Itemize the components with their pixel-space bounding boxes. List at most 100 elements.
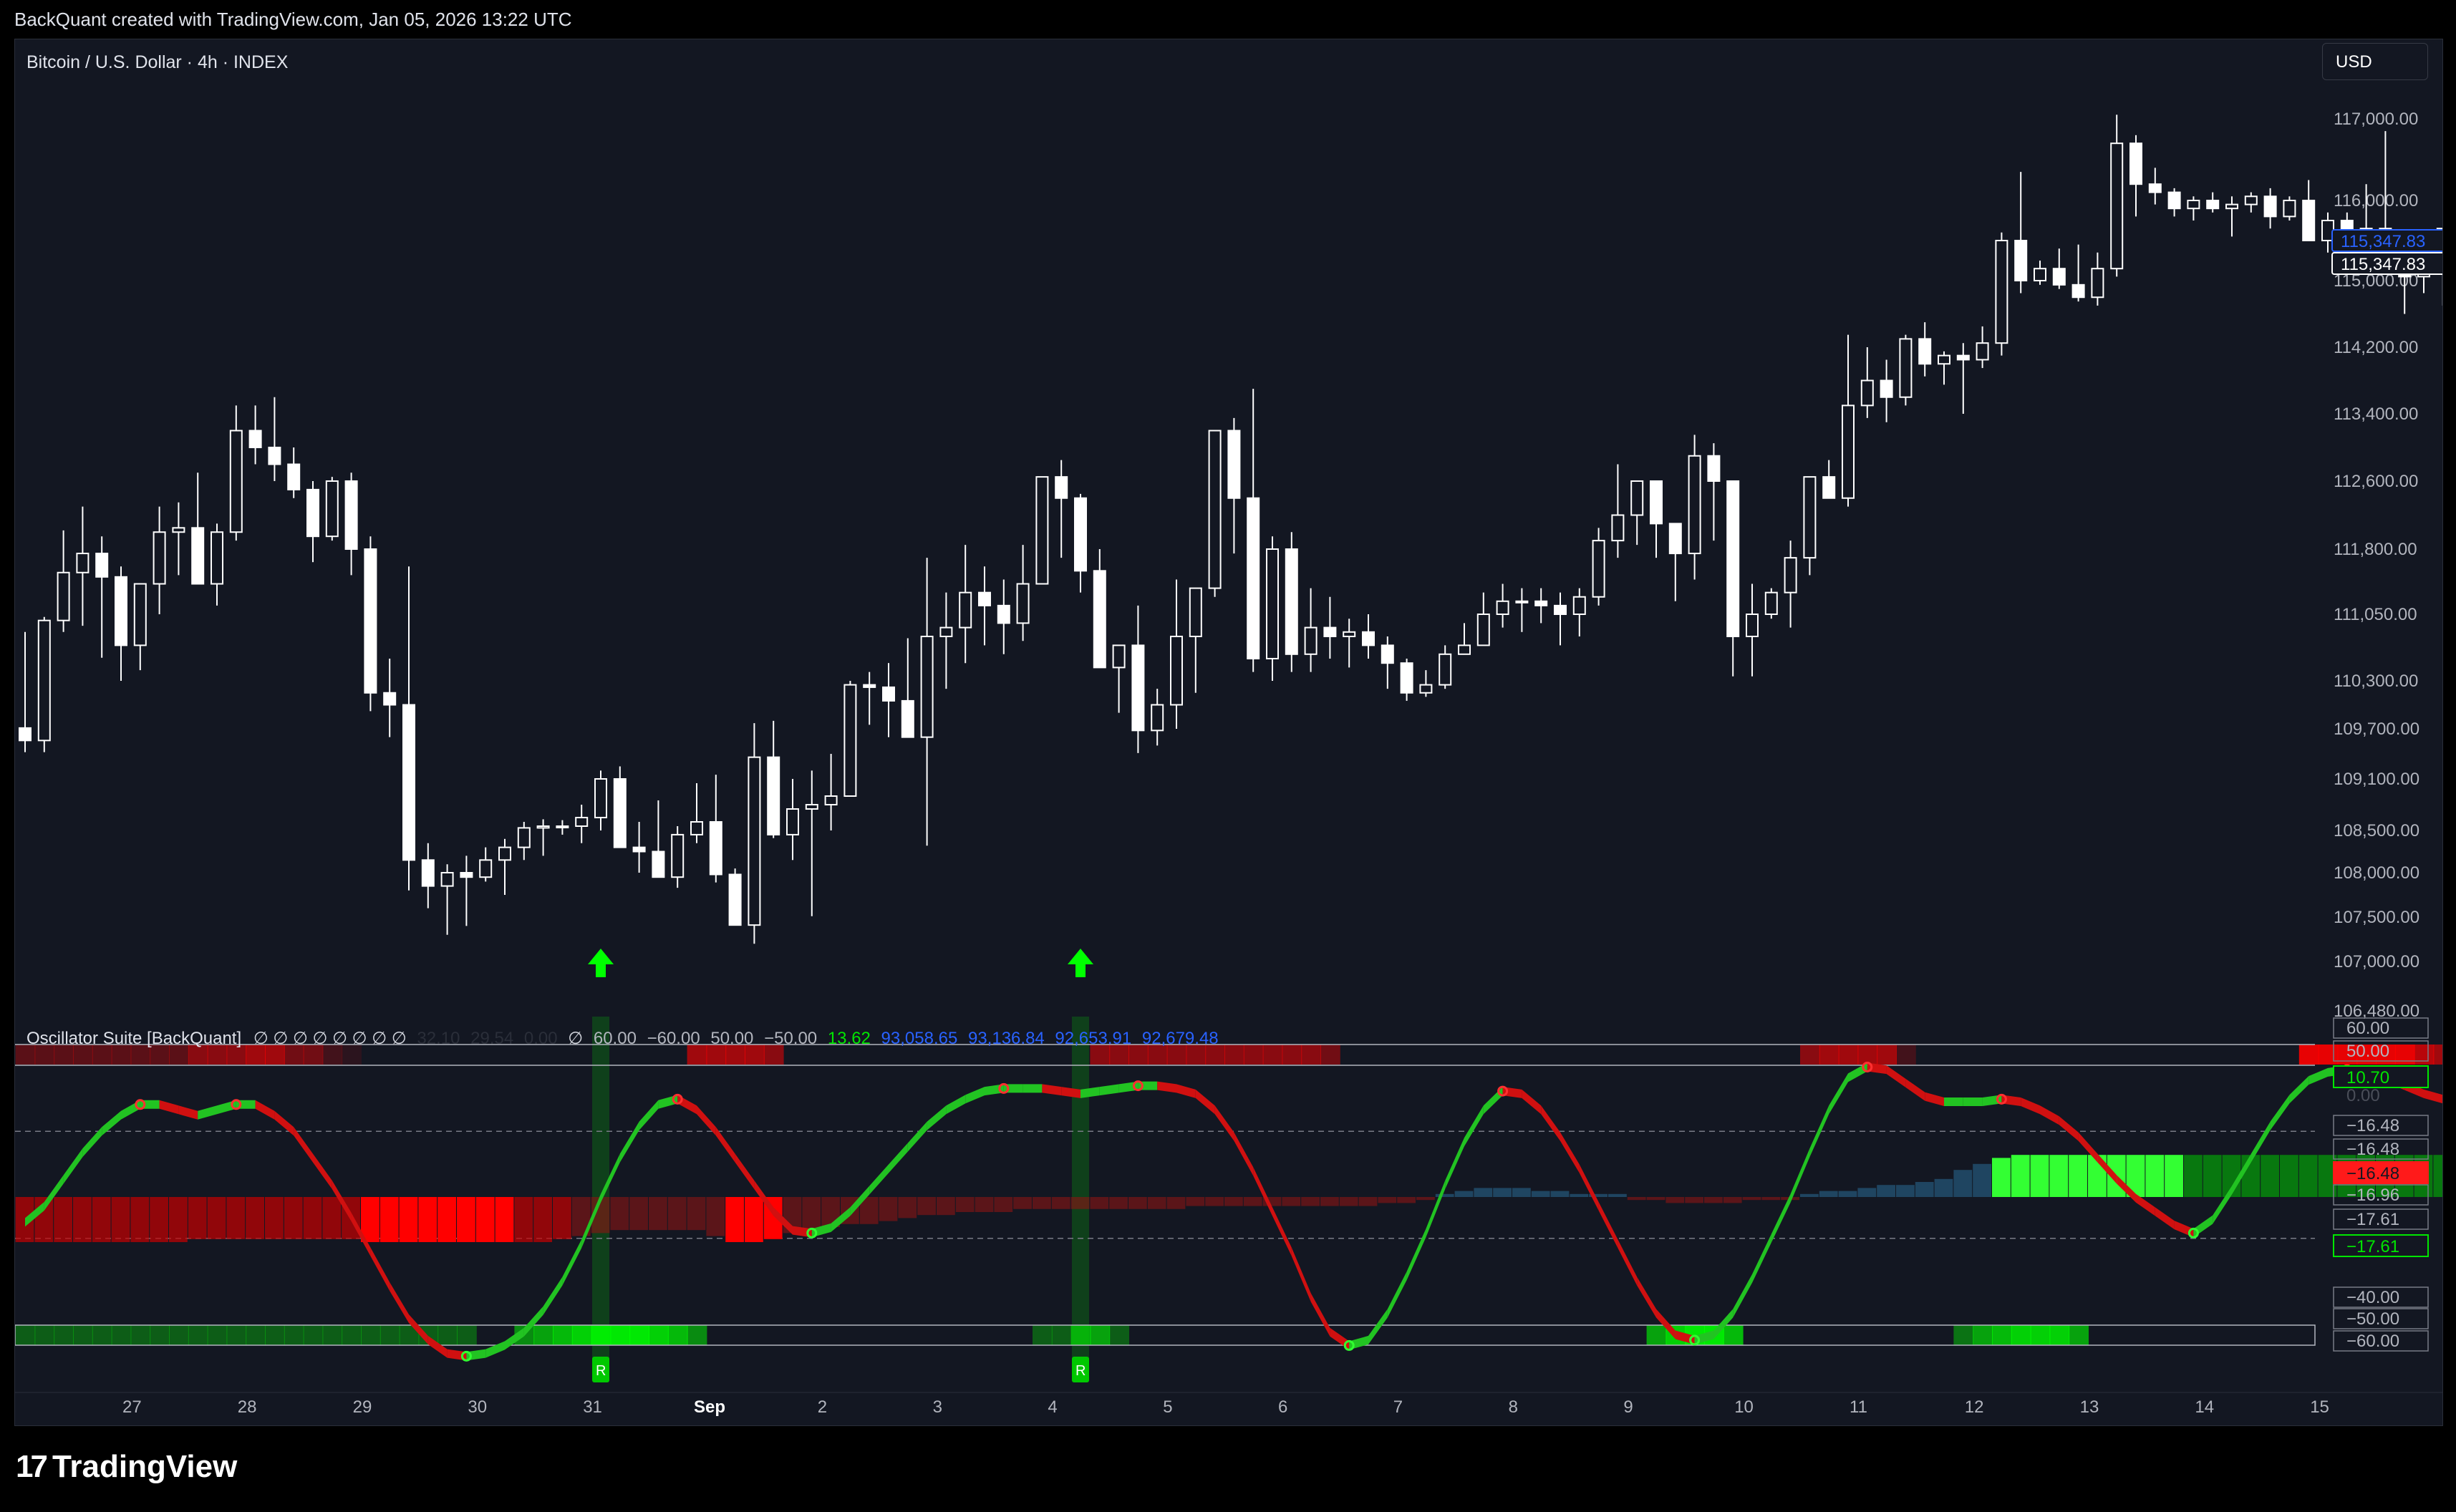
histogram-bar: [667, 1197, 687, 1231]
top-band-cell: [2318, 1045, 2339, 1065]
candle-body: [172, 527, 185, 533]
histogram-bar: [629, 1197, 648, 1231]
chart-frame[interactable]: 117,000.00 116,000.00 115,000.00 114,200.00…: [14, 39, 2443, 1426]
candle-body: [959, 591, 972, 629]
bottom-band-cell: [553, 1325, 573, 1345]
histogram-bar: [1243, 1197, 1262, 1206]
time-axis-label: Sep: [694, 1397, 725, 1417]
candle-body: [2110, 142, 2124, 270]
candle-body: [1227, 430, 1241, 499]
indicator-name[interactable]: Oscillator Suite [BackQuant]: [26, 1029, 241, 1048]
histogram-bar: [437, 1197, 456, 1242]
histogram-bar: [2298, 1155, 2318, 1197]
histogram-bar: [303, 1197, 322, 1239]
time-axis-label: 28: [238, 1397, 257, 1417]
top-band-cell: [1819, 1045, 1839, 1065]
top-band-cell: [1320, 1045, 1340, 1065]
candle-body: [594, 778, 607, 818]
top-band-cell: [1262, 1045, 1283, 1065]
price-tick-label: 109,100.00: [2334, 770, 2419, 789]
time-axis-label: 4: [1048, 1397, 1057, 1417]
bottom-band-cell: [1109, 1325, 1129, 1345]
signal-column-highlight: [592, 1017, 609, 1367]
price-tick-label: 116,000.00: [2334, 191, 2418, 210]
bottom-band-cell: [2049, 1325, 2070, 1345]
osc-tick-label: −16.48: [2346, 1140, 2399, 1159]
candle-body: [2283, 200, 2296, 218]
chart-canvas[interactable]: 117,000.00116,000.00115,000.00114,200.00…: [15, 39, 2442, 1425]
histogram-bar: [54, 1197, 72, 1242]
price-tick-label: 114,200.00: [2334, 338, 2418, 357]
candle-body: [1323, 626, 1337, 637]
oscillator-ribbon-segment: [1963, 1097, 1983, 1107]
oscillator-ribbon-segment: [2289, 1076, 2309, 1104]
bottom-band-cell: [1646, 1325, 1667, 1345]
histogram-bar: [111, 1197, 130, 1242]
histogram-bar: [379, 1197, 399, 1242]
histogram-bar: [207, 1197, 226, 1239]
currency-button[interactable]: USD: [2322, 43, 2428, 80]
histogram-bar: [553, 1197, 571, 1239]
histogram-bar: [1205, 1197, 1224, 1206]
candle-body: [133, 583, 147, 646]
oscillator-ribbon-segment: [1752, 1234, 1771, 1283]
bottom-band-cell: [34, 1325, 55, 1345]
candle-body: [1688, 455, 1701, 555]
oscillator-ribbon-segment: [1771, 1193, 1791, 1243]
top-band-cell: [1857, 1045, 1878, 1065]
histogram-bar: [1685, 1197, 1703, 1203]
bottom-band-cell: [226, 1325, 247, 1345]
time-axis-label: 5: [1163, 1397, 1172, 1417]
candle-body: [1842, 404, 1855, 499]
histogram-bar: [1033, 1197, 1051, 1209]
indicator-legend[interactable]: Oscillator Suite [BackQuant] ∅ ∅ ∅ ∅ ∅ ∅…: [26, 1028, 1219, 1049]
osc-tick-label: −16.48: [2346, 1116, 2399, 1135]
bottom-band-cell: [15, 1325, 36, 1345]
histogram-bar: [1493, 1188, 1512, 1197]
candle-body: [1880, 379, 1893, 398]
candle-body: [2034, 268, 2046, 282]
histogram-bar: [1934, 1178, 1953, 1197]
histogram-bar: [399, 1197, 418, 1242]
oscillator-ribbon-segment: [63, 1148, 83, 1184]
candle-body: [671, 833, 685, 878]
histogram-bar: [1090, 1197, 1109, 1209]
oscillator-ribbon-segment: [313, 1153, 332, 1189]
candle-body: [211, 531, 223, 585]
candle-body: [1285, 548, 1298, 655]
bottom-band-cell: [571, 1325, 592, 1345]
indicator-value: 92,653.91: [1050, 1029, 1132, 1048]
candle-body: [882, 686, 895, 702]
indicator-null-markers: ∅ ∅ ∅ ∅ ∅ ∅ ∅ ∅: [253, 1029, 407, 1048]
time-axis-label: 30: [468, 1397, 487, 1417]
symbol-title[interactable]: Bitcoin / U.S. Dollar · 4h · INDEX: [26, 52, 288, 73]
histogram-bar: [1454, 1191, 1474, 1197]
indicator-value: 50.00: [705, 1029, 754, 1048]
oscillator-ribbon-segment: [2270, 1095, 2290, 1130]
histogram-bar: [898, 1197, 917, 1218]
candle-body: [479, 859, 493, 878]
time-axis-label: 29: [353, 1397, 372, 1417]
osc-value-label: 10.70: [2346, 1068, 2389, 1087]
histogram-bar: [2261, 1155, 2279, 1197]
time-axis-label: 31: [583, 1397, 602, 1417]
top-band-cell: [1877, 1045, 1897, 1065]
oscillator-ribbon-segment: [965, 1087, 985, 1104]
indicator-value: 92,679.48: [1137, 1029, 1219, 1048]
histogram-bar: [745, 1197, 763, 1242]
oscillator-ribbon-segment: [2059, 1116, 2079, 1141]
histogram-bar: [495, 1197, 514, 1242]
candle-body: [1572, 596, 1586, 616]
histogram-bar: [2030, 1155, 2049, 1197]
indicator-value: 93,058.65: [876, 1029, 958, 1048]
candle-body: [1476, 614, 1490, 646]
histogram-bar: [1665, 1197, 1685, 1203]
candle-body: [402, 704, 415, 861]
top-band-cell: [2414, 1045, 2435, 1065]
bottom-band-cell: [591, 1325, 611, 1345]
candle-body: [1439, 653, 1452, 686]
candle-body: [767, 756, 780, 835]
osc-tick-label: −60.00: [2346, 1332, 2399, 1351]
candle-body: [1112, 644, 1126, 669]
oscillator-ribbon-segment: [1368, 1309, 1388, 1344]
